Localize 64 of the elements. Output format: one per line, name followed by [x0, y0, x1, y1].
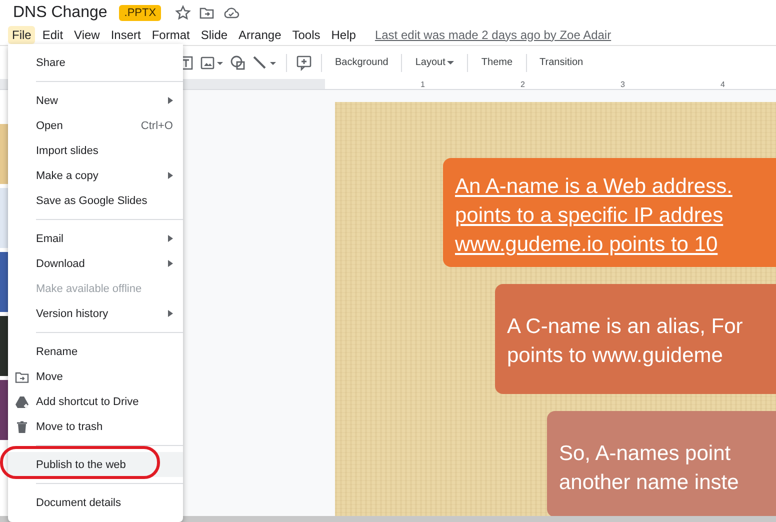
- menu-item[interactable]: Publish to the web: [8, 452, 183, 477]
- menu-item[interactable]: Open Ctrl+O: [8, 113, 183, 138]
- menu-bar-item[interactable]: Insert: [106, 26, 145, 44]
- menu-bar-item[interactable]: View: [70, 26, 104, 44]
- slide-thumbnail[interactable]: [0, 188, 8, 248]
- menu-item[interactable]: Share: [8, 50, 183, 75]
- slide-text-line: A C-name is an alias, For: [507, 314, 743, 340]
- star-icon[interactable]: [175, 4, 192, 20]
- menu-item[interactable]: Save as Google Slides: [8, 188, 183, 213]
- menu-item[interactable]: Download: [8, 251, 183, 276]
- cloud-check-icon[interactable]: [223, 4, 240, 20]
- menu-bar-item[interactable]: File: [8, 26, 36, 44]
- trash-icon: [15, 420, 29, 434]
- line-icon[interactable]: [252, 54, 277, 70]
- image-icon[interactable]: [200, 54, 224, 70]
- slide-thumbnail[interactable]: [0, 252, 8, 312]
- file-format-badge: .PPTX: [119, 4, 162, 20]
- ruler-number: 4: [720, 80, 725, 88]
- menu-bar-item[interactable]: Format: [148, 26, 194, 44]
- menu-item[interactable]: Version history: [8, 301, 183, 326]
- toolbar-button[interactable]: Transition: [536, 54, 588, 71]
- menu-item[interactable]: Move to trash: [8, 414, 183, 439]
- submenu-arrow-icon: [168, 260, 173, 267]
- document-title[interactable]: DNS Change: [13, 4, 108, 22]
- submenu-arrow-icon: [168, 235, 173, 242]
- slide-text-line: another name inste: [559, 470, 739, 496]
- slide-text-line: points to www.guideme: [507, 342, 723, 369]
- shape-icon[interactable]: [230, 54, 246, 70]
- menu-bar-item[interactable]: Slide: [196, 26, 232, 44]
- submenu-arrow-icon: [168, 97, 173, 104]
- ruler-number: 3: [620, 80, 625, 88]
- slide-text-line: An A-name is a Web address.: [455, 174, 732, 200]
- slide-thumbnail[interactable]: [0, 380, 8, 440]
- drive-add-icon: [15, 395, 29, 409]
- folder-move-icon: [15, 370, 29, 384]
- ruler[interactable]: 1 2 3 4: [325, 79, 776, 89]
- slide-text-line: So, A-names point: [559, 440, 731, 467]
- submenu-arrow-icon: [168, 172, 173, 179]
- menu-item[interactable]: Import slides: [8, 138, 183, 163]
- menu-bar-item[interactable]: Edit: [38, 26, 68, 44]
- menu-item[interactable]: Email: [8, 226, 183, 251]
- menu-item[interactable]: New: [8, 88, 183, 113]
- menu-item[interactable]: Make a copy: [8, 163, 183, 188]
- slide-thumbnail[interactable]: [0, 124, 8, 184]
- slide-text-line: www.gudeme.io points to 10: [455, 232, 718, 258]
- toolbar-button[interactable]: Background: [331, 54, 392, 71]
- shortcut-text: Ctrl+O: [140, 120, 173, 132]
- toolbar-button[interactable]: Theme: [477, 54, 517, 71]
- menu-item[interactable]: Move: [8, 364, 183, 389]
- submenu-arrow-icon: [168, 310, 173, 317]
- slide-text-line: points to a specific IP addres: [455, 203, 724, 229]
- menu-item[interactable]: Document details: [8, 490, 183, 515]
- menu-bar-item[interactable]: Arrange: [234, 26, 286, 44]
- slide-thumbnail[interactable]: [0, 316, 8, 376]
- last-edit-link[interactable]: Last edit was made 2 days ago by Zoe Adair: [374, 28, 612, 42]
- ruler-number: 1: [420, 80, 425, 88]
- menu-bar-item[interactable]: Help: [327, 26, 360, 44]
- menu-item[interactable]: Add shortcut to Drive: [8, 389, 183, 414]
- ruler-number: 2: [520, 80, 525, 88]
- caret-icon: [447, 60, 454, 66]
- menu-bar-item[interactable]: Tools: [288, 26, 324, 44]
- toolbar-button[interactable]: Layout: [411, 54, 458, 71]
- add-comment-icon[interactable]: [296, 54, 312, 70]
- menu-item[interactable]: Rename: [8, 339, 183, 364]
